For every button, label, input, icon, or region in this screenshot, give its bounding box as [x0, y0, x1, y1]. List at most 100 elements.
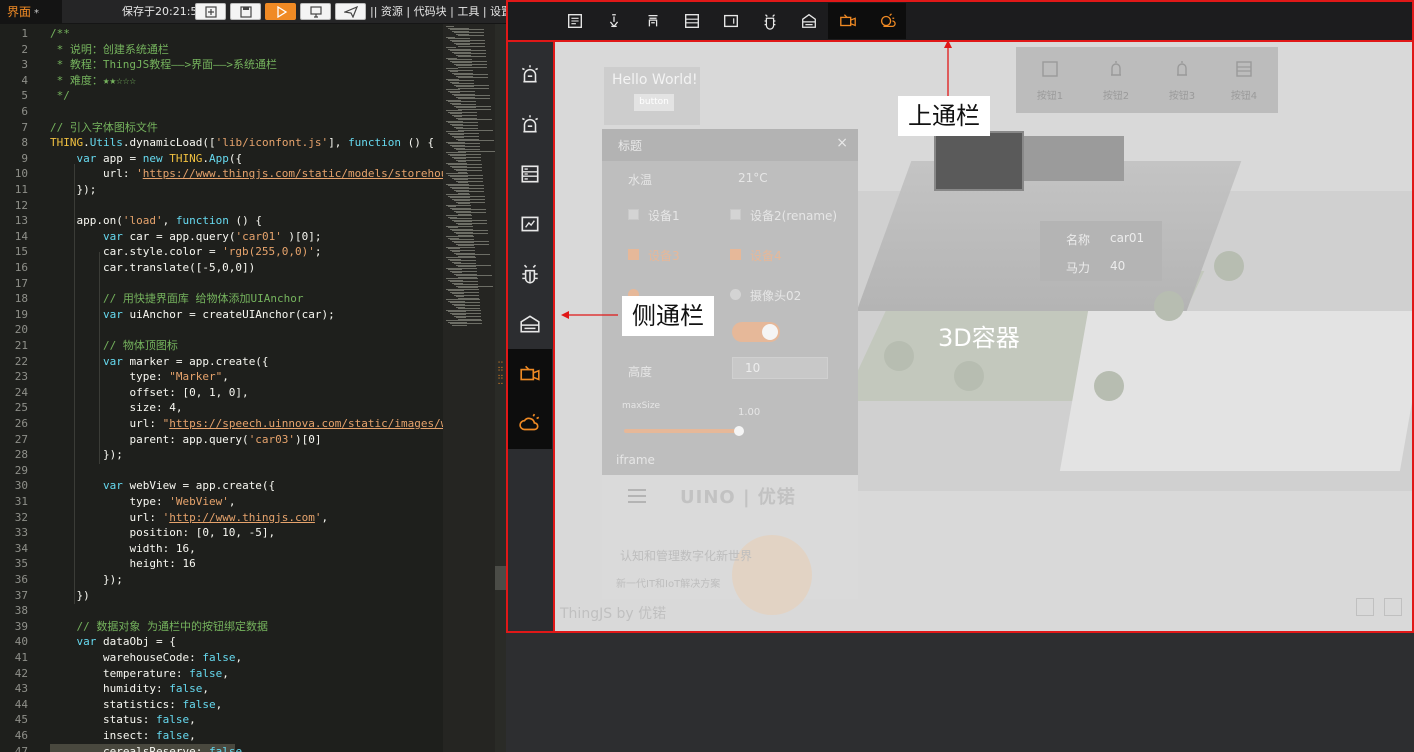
side-bar-bug-button[interactable]	[508, 249, 552, 299]
top-bar-insect-button[interactable]	[750, 3, 789, 39]
toggle-switch[interactable]	[732, 322, 780, 342]
car-power-value: 40	[1110, 259, 1126, 273]
hello-button[interactable]: button	[634, 94, 674, 111]
radio-camera-2[interactable]	[730, 289, 741, 300]
top-bar-video-button[interactable]	[828, 3, 867, 39]
code-token: });	[50, 573, 123, 586]
scroll-thumb[interactable]	[495, 566, 506, 590]
minimap[interactable]	[443, 24, 495, 752]
code-token: var	[102, 229, 123, 243]
button-1[interactable]: 按钮1	[1022, 59, 1078, 109]
line-number: 2	[21, 42, 28, 56]
iframe-view[interactable]: UINO | 优锘 认知和管理数字化新世界 新一代IT和IoT解决方案	[602, 475, 858, 615]
button-4[interactable]: 按钮4	[1216, 59, 1272, 109]
checkbox-device-1[interactable]	[628, 209, 639, 220]
code-token: false	[208, 744, 243, 752]
maxsize-label: maxSize	[622, 401, 661, 411]
menu-resources[interactable]: || 资源	[370, 5, 403, 18]
code-token: });	[50, 448, 123, 462]
code-line: car.style.color = 'rgb(255,0,0)';	[50, 244, 322, 260]
indent-guide	[74, 164, 75, 604]
file-tab-label: 界面	[7, 5, 32, 19]
car-info-panel: 名称 car01 马力 40	[1040, 221, 1162, 281]
line-number: 12	[14, 198, 28, 212]
code-token: var	[102, 307, 123, 321]
code-token: ,	[228, 495, 236, 508]
run-button[interactable]	[265, 3, 296, 20]
top-bar-thermometer-button[interactable]	[594, 3, 633, 39]
checkbox-device-4[interactable]	[730, 249, 741, 260]
code-token: function	[175, 214, 229, 228]
code-token: 'load'	[122, 214, 163, 228]
side-bar-alarm-button[interactable]	[508, 49, 552, 99]
top-bar-warehouse-code-button[interactable]	[555, 3, 594, 39]
code-line: warehouseCode: false,	[50, 650, 242, 666]
code-line: });	[50, 572, 123, 588]
code-line: // 数据对象 为通栏中的按钮绑定数据	[50, 619, 269, 635]
line-number: 19	[14, 307, 28, 321]
line-number: 46	[14, 729, 28, 742]
side-bar-weather-button[interactable]	[508, 399, 552, 449]
humidity-icon	[648, 14, 657, 27]
close-icon[interactable]: ×	[836, 135, 848, 151]
minimap-line	[458, 66, 487, 68]
code-token: app =	[96, 151, 143, 165]
code-token: ({	[228, 151, 243, 165]
screenshot-icon[interactable]	[1384, 598, 1402, 616]
save-button[interactable]	[230, 3, 261, 20]
thermometer-icon	[609, 14, 618, 28]
file-tab[interactable]: 界面 *	[0, 0, 62, 24]
line-number: 20	[14, 323, 28, 337]
car-name-label: 名称	[1066, 233, 1091, 247]
insect-icon	[764, 14, 775, 30]
code-token: // 用快捷界面库 给物体添加UIAnchor	[102, 292, 304, 306]
side-bar-monitor-button[interactable]	[508, 199, 552, 249]
side-bar-video-button[interactable]	[508, 349, 552, 399]
fullscreen-icon[interactable]	[1356, 598, 1374, 616]
present-button[interactable]	[300, 3, 331, 20]
code-token: var	[76, 151, 97, 165]
top-bar-statistics-button[interactable]	[672, 3, 711, 39]
button-3[interactable]: 按钮3	[1154, 59, 1210, 109]
menu-tools[interactable]: | 工具	[450, 5, 479, 18]
checkbox-device-1-label: 设备1	[648, 209, 680, 223]
menu-icon[interactable]	[628, 489, 646, 507]
top-bar-humidity-button[interactable]	[633, 3, 672, 39]
code-token: })	[50, 588, 90, 602]
checkbox-device-2[interactable]	[730, 209, 741, 220]
height-input[interactable]: 10	[732, 357, 828, 379]
button-3-label: 按钮3	[1168, 91, 1196, 102]
button-2[interactable]: 按钮2	[1088, 59, 1144, 109]
top-bar-cloud-button[interactable]	[867, 3, 906, 39]
new-file-button[interactable]	[195, 3, 226, 20]
send-button[interactable]	[335, 3, 366, 20]
cloud-icon	[880, 13, 896, 28]
minimap-line	[458, 119, 492, 120]
maxsize-slider[interactable]	[624, 429, 738, 433]
code-line: var uiAnchor = createUIAnchor(car);	[50, 307, 335, 323]
code-line: status: false,	[50, 712, 196, 728]
side-bar-warehouse-button[interactable]	[508, 299, 552, 349]
code-area[interactable]: /** * 说明：创建系统通栏 * 教程：ThingJS教程——>界面——>系统…	[50, 24, 443, 752]
line-number: 40	[14, 635, 28, 649]
code-token: ,	[222, 370, 229, 384]
code-line: })	[50, 588, 90, 604]
top-bar-cereals-reserve-button[interactable]	[789, 3, 828, 39]
code-token: 'lib/iconfont.js'	[215, 136, 329, 150]
warehouse-code-icon	[1042, 61, 1058, 77]
code-token: ,	[162, 214, 176, 228]
side-bar-alarm-button[interactable]	[508, 99, 552, 149]
pane-resize-handle[interactable]: ⁚⁚ ⁚⁚ ⁚⁚	[495, 362, 506, 390]
preview-footer-area	[506, 632, 1414, 752]
new-file-icon	[204, 5, 217, 18]
code-token: false	[169, 682, 203, 696]
scene-tree	[884, 341, 914, 371]
menu-snippets[interactable]: | 代码块	[406, 5, 446, 18]
code-token: car = app.query(	[122, 229, 236, 243]
checkbox-device-3[interactable]	[628, 249, 639, 260]
line-number: 42	[14, 666, 28, 680]
side-bar-server-button[interactable]	[508, 149, 552, 199]
maxsize-slider-handle[interactable]	[734, 426, 744, 436]
top-bar-status-button[interactable]	[711, 3, 750, 39]
